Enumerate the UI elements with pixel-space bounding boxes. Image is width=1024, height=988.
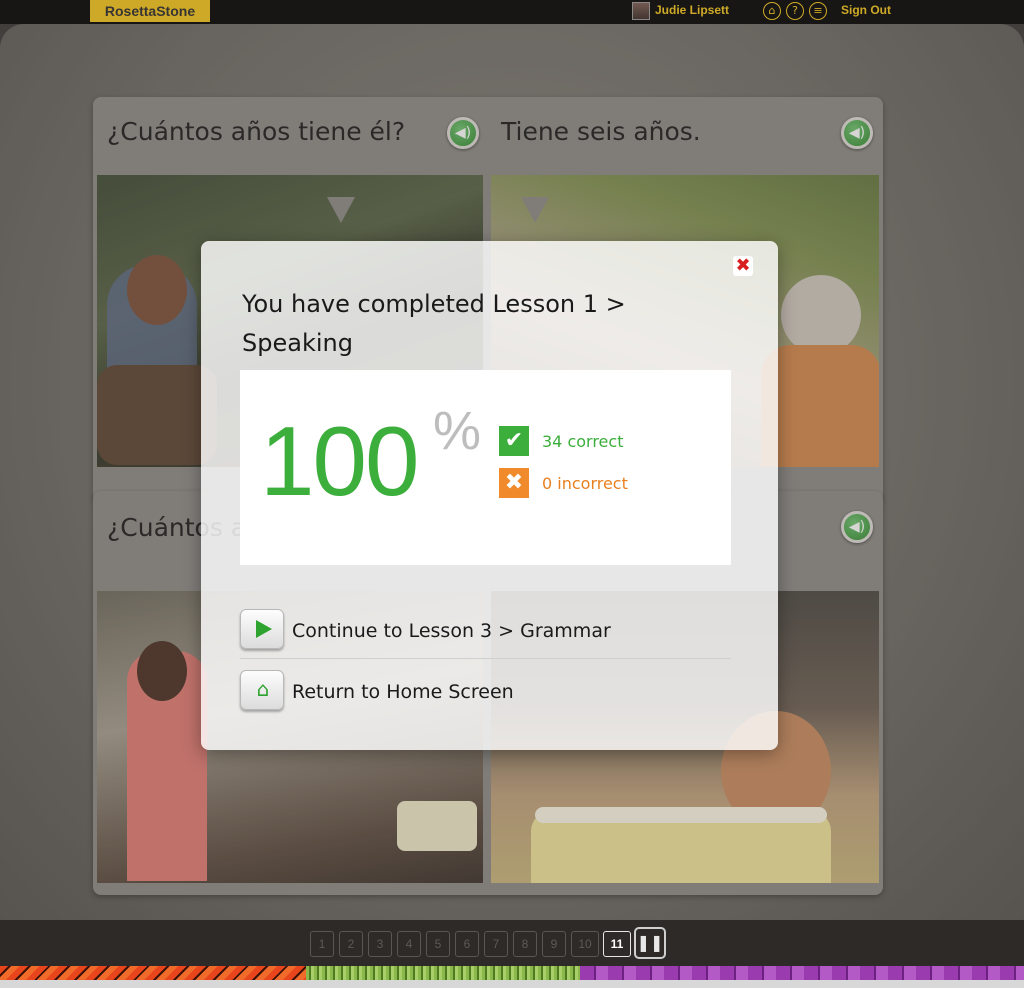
- continue-label[interactable]: Continue to Lesson 3 > Grammar: [292, 620, 611, 642]
- pager-item[interactable]: 10: [571, 931, 599, 957]
- pager-item[interactable]: 4: [397, 931, 421, 957]
- bottom-bar: [0, 920, 1024, 966]
- percent-symbol: %: [433, 401, 482, 461]
- pager-item[interactable]: 3: [368, 931, 392, 957]
- divider: [240, 658, 731, 659]
- incorrect-count: 0 incorrect: [542, 474, 628, 493]
- play-icon: [256, 620, 272, 638]
- close-icon[interactable]: ✖: [733, 256, 753, 276]
- pager-item[interactable]: 8: [513, 931, 537, 957]
- pause-icon[interactable]: ❚❚: [634, 927, 666, 959]
- dialog-title: You have completed Lesson 1 > Speaking: [242, 290, 626, 357]
- pager-item[interactable]: 6: [455, 931, 479, 957]
- decorative-strip-red: [0, 966, 306, 980]
- correct-count: 34 correct: [542, 432, 624, 451]
- footer: [0, 980, 1024, 988]
- home-icon: ⌂: [256, 677, 270, 701]
- return-home-label[interactable]: Return to Home Screen: [292, 681, 514, 703]
- score-value: 100: [260, 406, 420, 516]
- pager-item[interactable]: 5: [426, 931, 450, 957]
- x-icon: ✖: [499, 468, 529, 498]
- pager-item[interactable]: 7: [484, 931, 508, 957]
- decorative-strip-purple: [580, 966, 1024, 980]
- checkmark-icon: ✔: [499, 426, 529, 456]
- pager-item[interactable]: 9: [542, 931, 566, 957]
- pager-item[interactable]: 2: [339, 931, 363, 957]
- pager-item-current[interactable]: 11: [603, 931, 631, 957]
- decorative-strip-green: [306, 966, 580, 980]
- pager-item[interactable]: 1: [310, 931, 334, 957]
- continue-button[interactable]: [240, 609, 284, 649]
- return-home-button[interactable]: ⌂: [240, 670, 284, 710]
